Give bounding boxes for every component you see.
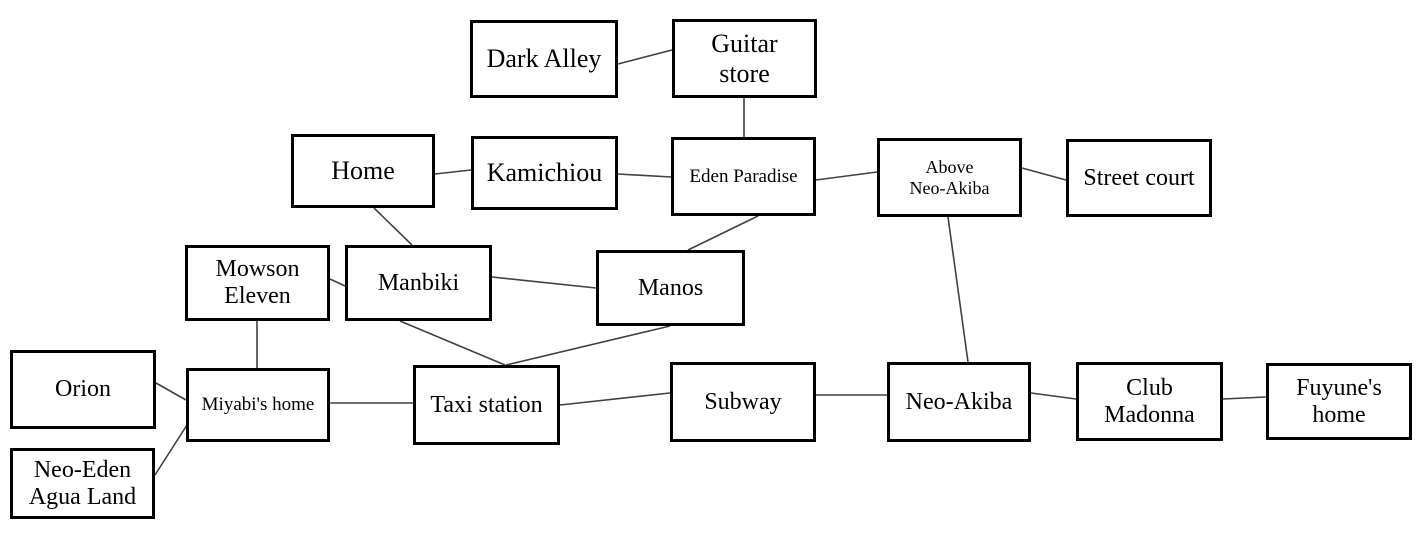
node-taxi-station[interactable]: Taxi station: [413, 365, 560, 445]
node-label-manbiki: Manbiki: [377, 269, 460, 296]
node-label-home: Home: [331, 156, 395, 186]
node-label-miyabis-home: Miyabi's home: [201, 394, 315, 416]
edge-taxi-station-to-subway: [559, 392, 671, 406]
node-label-mowson-eleven: Mowson Eleven: [215, 256, 300, 309]
edge-neo-akiba-to-club-madonna: [1030, 392, 1077, 400]
node-dark-alley[interactable]: Dark Alley: [470, 20, 618, 98]
edge-above-neo-akiba-to-neo-akiba: [947, 216, 969, 363]
edge-mowson-eleven-to-manbiki: [329, 278, 346, 287]
node-subway[interactable]: Subway: [670, 362, 816, 442]
node-miyabis-home[interactable]: Miyabi's home: [186, 368, 330, 442]
node-kamichiou[interactable]: Kamichiou: [471, 136, 618, 210]
edge-eden-paradise-to-above-neo-akiba: [815, 171, 878, 181]
edge-club-madonna-to-fuyunes-home: [1222, 396, 1267, 400]
node-street-court[interactable]: Street court: [1066, 139, 1212, 217]
node-above-neo-akiba[interactable]: Above Neo-Akiba: [877, 138, 1022, 217]
edge-kamichiou-to-eden-paradise: [617, 173, 672, 178]
edge-above-neo-akiba-to-street-court: [1021, 167, 1067, 181]
node-guitar-store[interactable]: Guitar store: [672, 19, 817, 98]
node-club-madonna[interactable]: Club Madonna: [1076, 362, 1223, 441]
edge-eden-paradise-to-manos: [687, 215, 759, 251]
node-label-street-court: Street court: [1083, 164, 1195, 191]
node-label-fuyunes-home: Fuyune's home: [1296, 374, 1382, 428]
node-label-club-madonna: Club Madonna: [1104, 374, 1195, 428]
node-label-kamichiou: Kamichiou: [486, 158, 603, 188]
node-orion[interactable]: Orion: [10, 350, 156, 429]
node-label-neo-eden: Neo-Eden Agua Land: [28, 456, 137, 510]
edge-home-to-manbiki: [373, 207, 413, 246]
edge-manbiki-to-manos: [491, 276, 597, 289]
node-neo-eden[interactable]: Neo-Eden Agua Land: [10, 448, 155, 519]
edge-dark-alley-to-guitar-store: [617, 49, 673, 65]
node-mowson-eleven[interactable]: Mowson Eleven: [185, 245, 330, 321]
node-eden-paradise[interactable]: Eden Paradise: [671, 137, 816, 216]
node-manbiki[interactable]: Manbiki: [345, 245, 492, 321]
node-label-manos: Manos: [637, 274, 704, 301]
node-fuyunes-home[interactable]: Fuyune's home: [1266, 363, 1412, 440]
node-home[interactable]: Home: [291, 134, 435, 208]
edge-neo-eden-to-miyabis-home: [154, 424, 188, 476]
node-label-eden-paradise: Eden Paradise: [689, 165, 798, 187]
edge-manos-to-taxi-station: [505, 325, 671, 366]
node-label-subway: Subway: [704, 388, 782, 415]
node-label-dark-alley: Dark Alley: [486, 44, 602, 74]
edge-manbiki-to-taxi-station: [399, 320, 506, 366]
node-neo-akiba[interactable]: Neo-Akiba: [887, 362, 1031, 442]
node-label-above-neo-akiba: Above Neo-Akiba: [909, 157, 990, 198]
node-label-neo-akiba: Neo-Akiba: [905, 388, 1013, 415]
node-label-taxi-station: Taxi station: [430, 391, 543, 418]
node-label-orion: Orion: [55, 376, 111, 403]
edge-home-to-kamichiou: [434, 169, 472, 175]
node-label-guitar-store: Guitar store: [711, 29, 778, 88]
edge-orion-to-miyabis-home: [155, 382, 187, 401]
node-manos[interactable]: Manos: [596, 250, 745, 326]
diagram-canvas: Dark Alley Guitar store Home Kamichiou Eden …: [0, 0, 1428, 536]
